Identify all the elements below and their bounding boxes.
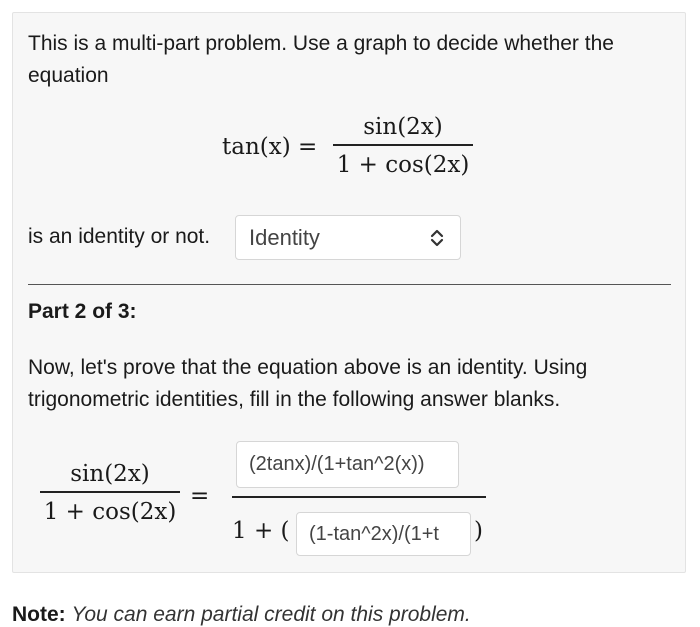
lhs-fraction-bar	[40, 491, 180, 493]
part2-text-line-2: trigonometric identities, fill in the fo…	[28, 388, 561, 411]
lhs-fraction: sin(2x) 1 + cos(2x)	[40, 461, 180, 525]
intro-line-1: This is a multi-part problem. Use a grap…	[28, 32, 614, 55]
identity-select[interactable]: Identity	[235, 215, 461, 260]
lhs-numerator: sin(2x)	[70, 461, 150, 487]
equation-fraction: sin(2x) 1 + cos(2x)	[333, 114, 473, 178]
intro-line-2: equation	[28, 64, 109, 87]
rhs-denominator-suffix: )	[474, 518, 483, 544]
equation-denominator: 1 + cos(2x)	[336, 151, 470, 178]
equation-lhs: tan(x) =	[222, 134, 318, 160]
part2-text-line-1: Now, let's prove that the equation above…	[28, 356, 588, 379]
part2-heading: Part 2 of 3:	[28, 300, 137, 323]
rhs-fraction-bar	[232, 496, 486, 498]
answer-blank-1[interactable]: (2tanx)/(1+tan^2(x))	[236, 441, 459, 488]
equation-numerator: sin(2x)	[363, 114, 443, 140]
partial-credit-note: Note: You can earn partial credit on thi…	[12, 603, 471, 627]
lhs-denominator: 1 + cos(2x)	[43, 498, 177, 525]
answer-blank-2-value: (1-tan^2x)/(1+t	[309, 523, 439, 545]
select-chevron-icon	[430, 229, 444, 247]
identity-prefix: is an identity or not.	[28, 225, 211, 248]
answer-blank-2[interactable]: (1-tan^2x)/(1+t	[296, 512, 471, 556]
rhs-denominator-prefix: 1 + (	[232, 518, 290, 544]
identity-select-value: Identity	[249, 225, 320, 250]
fraction-bar	[333, 144, 473, 146]
answer-blank-1-value: (2tanx)/(1+tan^2(x))	[249, 453, 425, 475]
equals-sign: =	[190, 483, 210, 509]
section-divider	[28, 284, 671, 285]
